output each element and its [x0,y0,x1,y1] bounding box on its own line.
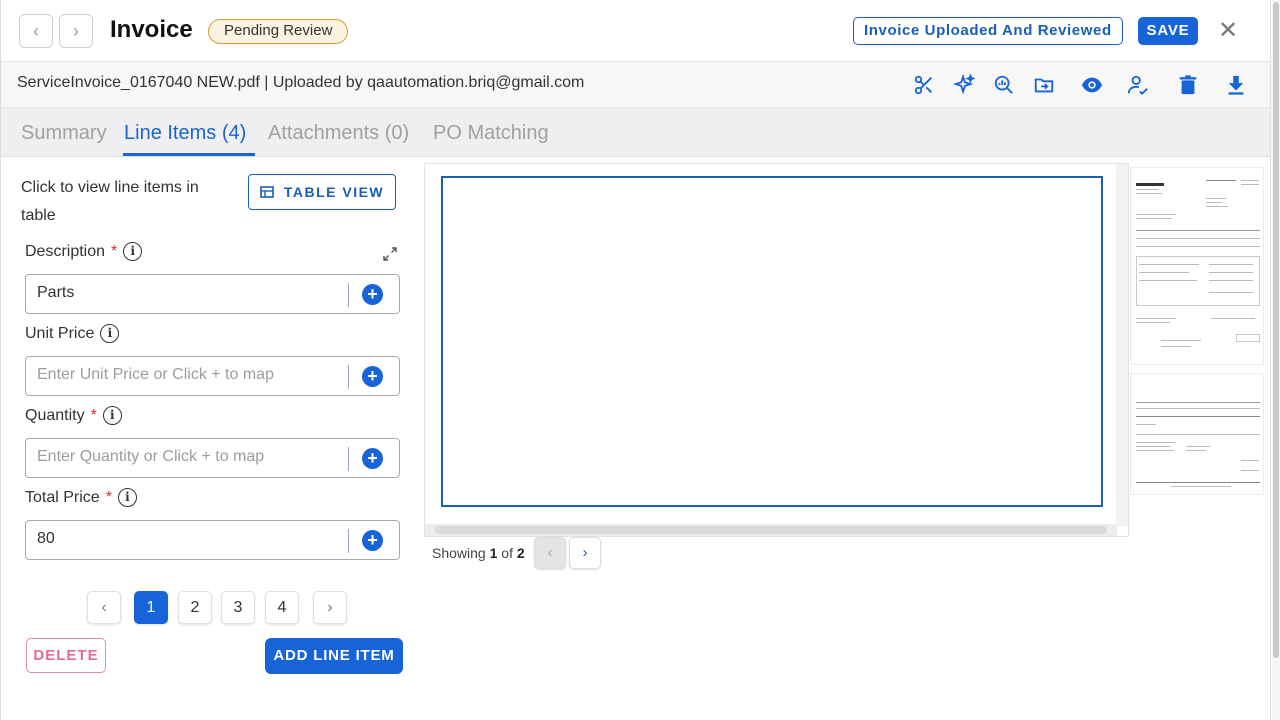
field-divider [348,447,349,471]
delete-button[interactable]: DELETE [26,638,106,673]
chevron-right-icon: › [73,20,79,41]
next-invoice-button[interactable]: › [59,14,93,48]
line-item-next-button[interactable]: › [313,591,347,624]
tab-summary[interactable]: Summary [21,122,107,145]
description-value[interactable]: Parts [37,284,74,302]
showing-label: Showing [432,545,486,561]
table-view-label: TABLE VIEW [283,184,385,200]
page-indicator: Showing 1 of 2 [432,545,525,561]
add-line-item-button[interactable]: ADD LINE ITEM [265,638,403,674]
current-page: 1 [489,545,498,561]
map-plus-icon[interactable]: + [362,448,383,469]
tab-line-items[interactable]: Line Items (4) [124,122,246,145]
selection-canvas[interactable] [441,176,1103,507]
total-price-value[interactable]: 80 [37,530,55,548]
quantity-label: Quantity [25,406,85,424]
field-divider [348,283,349,307]
zoom-chart-icon[interactable] [991,72,1017,98]
viewer-vertical-scrollbar[interactable] [1116,164,1128,526]
download-icon[interactable] [1223,72,1249,98]
page-title: Invoice [110,16,193,43]
user-check-icon[interactable] [1125,72,1151,98]
description-label-row: Description * i [25,242,143,261]
unit-price-placeholder[interactable]: Enter Unit Price or Click + to map [37,366,274,384]
scissors-icon[interactable] [911,72,937,98]
file-name-label: ServiceInvoice_0167040 NEW.pdf | Uploade… [17,74,585,91]
expand-icon[interactable] [382,246,398,262]
chevron-right-icon: › [582,544,588,561]
folder-move-icon[interactable] [1031,72,1057,98]
status-badge: Pending Review [208,19,349,44]
invoice-modal: ‹ › Invoice Pending Review Invoice Uploa… [0,0,1271,720]
total-price-label: Total Price [25,488,100,506]
line-item-prev-button[interactable]: ‹ [87,591,121,624]
line-item-page-3[interactable]: 3 [221,591,255,624]
unit-price-field[interactable]: Enter Unit Price or Click + to map + [25,356,400,396]
tab-attachments[interactable]: Attachments (0) [268,122,409,145]
info-icon[interactable]: i [102,406,122,425]
unit-price-label-row: Unit Price i [25,324,120,343]
quantity-field[interactable]: Enter Quantity or Click + to map + [25,438,400,478]
viewer-prev-page-button[interactable]: ‹ [534,537,566,569]
required-asterisk: * [90,406,97,424]
thumbnail-page-1[interactable] [1130,167,1264,365]
map-plus-icon[interactable]: + [362,284,383,305]
eye-icon[interactable] [1079,72,1105,98]
viewer-next-page-button[interactable]: › [569,537,601,569]
info-icon[interactable]: i [100,324,120,343]
save-button[interactable]: SAVE [1138,17,1198,45]
previous-invoice-button[interactable]: ‹ [19,14,53,48]
page-thumbnails [1130,167,1269,502]
invoice-reviewed-button[interactable]: Invoice Uploaded And Reviewed [853,17,1123,45]
info-icon[interactable]: i [123,242,143,261]
close-icon[interactable]: ✕ [1215,18,1241,44]
line-item-page-1[interactable]: 1 [134,591,168,624]
chevron-left-icon: ‹ [101,599,107,616]
chevron-left-icon: ‹ [33,20,39,41]
line-item-page-2[interactable]: 2 [178,591,212,624]
tab-bar: Summary Line Items (4) Attachments (0) P… [1,108,1271,157]
table-view-hint: Click to view line items in table [21,179,199,224]
sparkle-icon[interactable] [951,72,977,98]
trash-icon[interactable] [1175,72,1201,98]
required-asterisk: * [111,242,118,260]
chevron-right-icon: › [327,599,333,616]
tab-po-matching[interactable]: PO Matching [433,122,549,145]
description-field[interactable]: Parts + [25,274,400,314]
required-asterisk: * [105,488,112,506]
quantity-label-row: Quantity * i [25,406,122,425]
file-info-bar: ServiceInvoice_0167040 NEW.pdf | Uploade… [1,62,1271,108]
table-icon [260,186,274,198]
map-plus-icon[interactable]: + [362,530,383,551]
unit-price-label: Unit Price [25,324,95,342]
of-label: of [501,545,513,561]
field-divider [348,529,349,553]
total-pages: 2 [516,545,525,561]
line-item-page-4[interactable]: 4 [265,591,299,624]
info-icon[interactable]: i [117,488,137,507]
table-view-button[interactable]: TABLE VIEW [248,174,396,210]
map-plus-icon[interactable]: + [362,366,383,387]
document-viewer [424,163,1129,537]
thumbnail-page-2[interactable] [1130,373,1264,495]
description-label: Description [25,242,106,260]
viewer-horizontal-scrollbar[interactable] [425,524,1117,536]
page-vertical-scrollbar[interactable] [1270,0,1280,720]
header-bar: ‹ › Invoice Pending Review Invoice Uploa… [1,0,1271,62]
quantity-placeholder[interactable]: Enter Quantity or Click + to map [37,448,264,466]
chevron-left-icon: ‹ [547,544,553,561]
field-divider [348,365,349,389]
total-price-label-row: Total Price * i [25,488,137,507]
total-price-field[interactable]: 80 + [25,520,400,560]
active-tab-indicator [123,153,255,156]
